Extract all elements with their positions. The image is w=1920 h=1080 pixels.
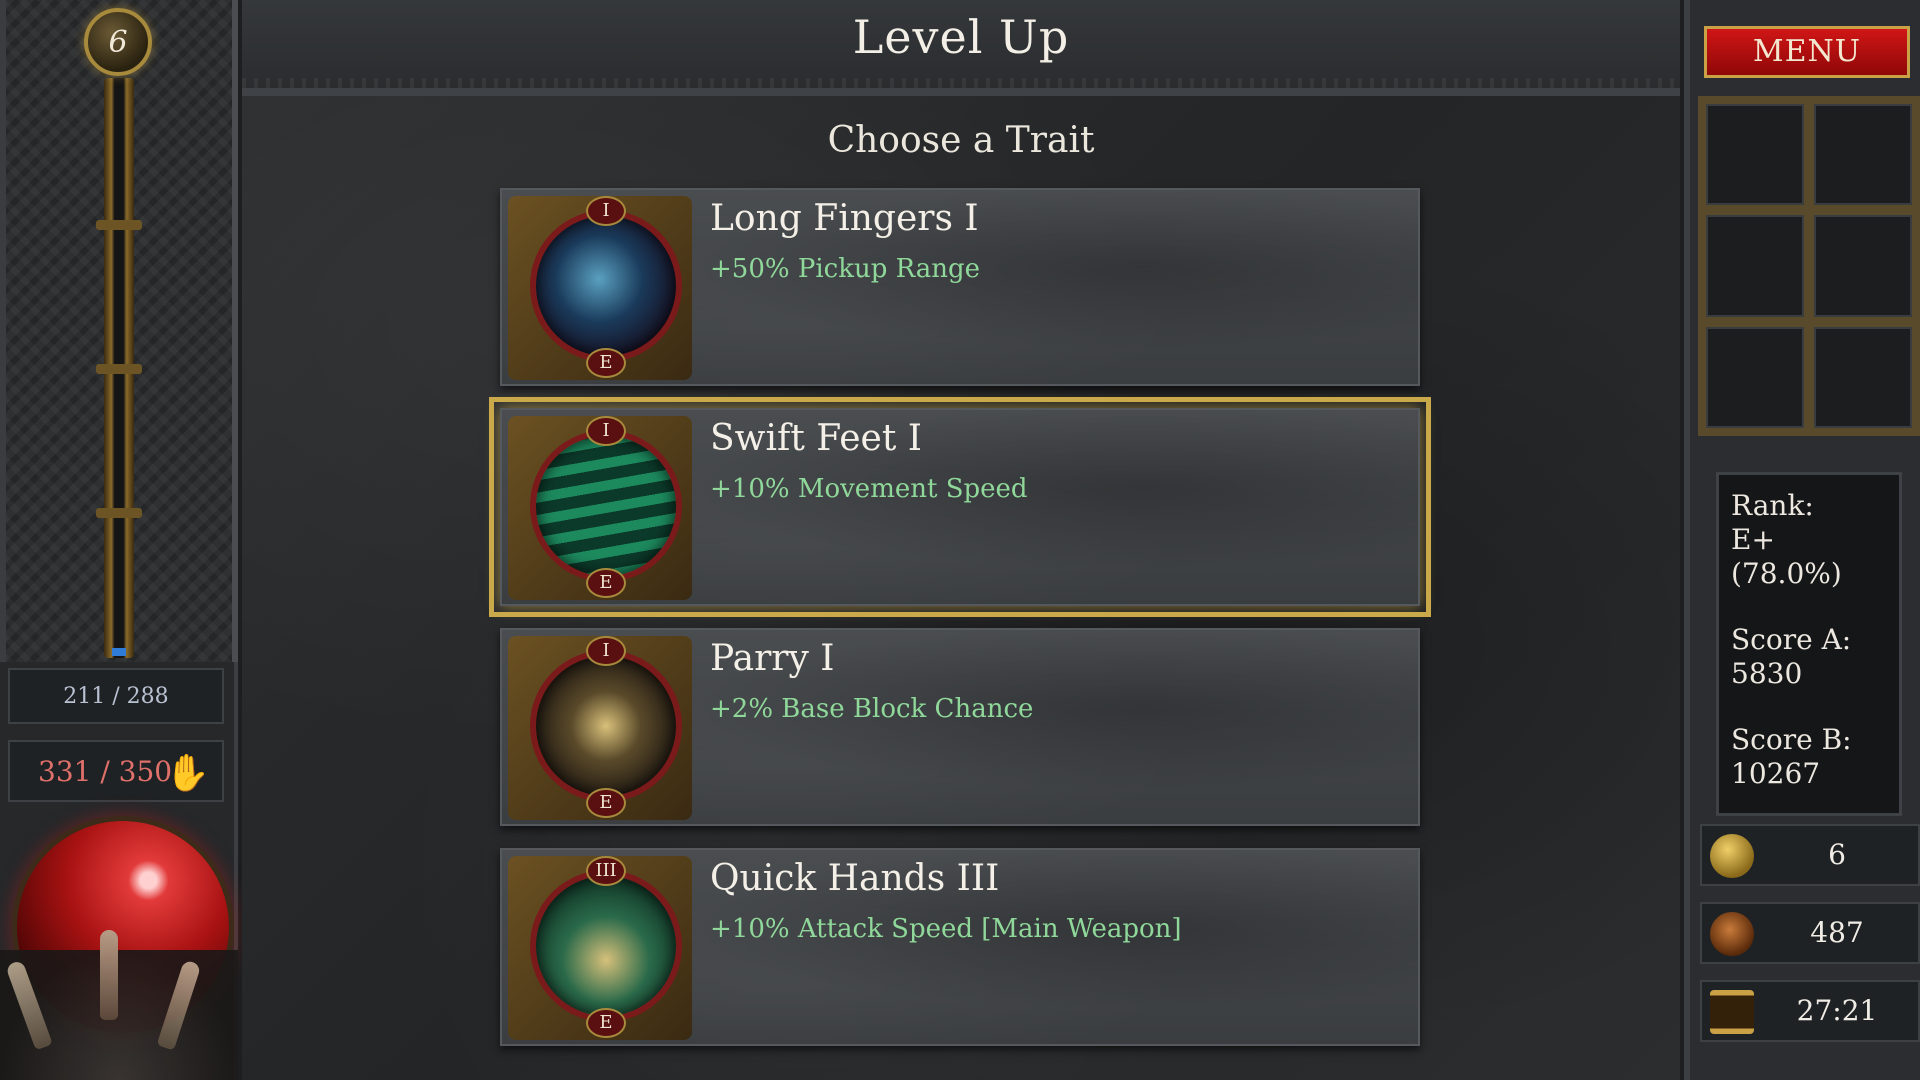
score-b-label: Score B: xyxy=(1731,723,1852,756)
menu-button[interactable]: MENU xyxy=(1704,26,1910,78)
tier-badge: III xyxy=(586,856,626,886)
inventory-slot[interactable] xyxy=(1814,104,1912,206)
gold-counter: 6 xyxy=(1700,824,1920,886)
tier-badge: I xyxy=(586,636,626,666)
kill-counter: 487 xyxy=(1700,902,1920,964)
trait-icon-frame: I E xyxy=(508,416,692,600)
running-figure-icon xyxy=(530,430,682,582)
health-text: 331 / 350 xyxy=(38,754,173,788)
trait-card-parry[interactable]: I E Parry I +2% Base Block Chance xyxy=(500,628,1420,826)
score-a-stat: Score A: 5830 xyxy=(1731,623,1887,691)
rank-badge: E xyxy=(586,348,626,378)
hourglass-icon xyxy=(1710,990,1754,1034)
rank-badge: E xyxy=(586,788,626,818)
left-hud-panel: 6 211 / 288 331 / 350 ✋ xyxy=(0,0,238,1080)
rank-value: E+ (78.0%) xyxy=(1731,523,1842,590)
score-a-value: 5830 xyxy=(1731,657,1803,690)
trait-name: Quick Hands III xyxy=(710,858,1000,899)
experience-text: 211 / 288 xyxy=(63,683,169,709)
claw-decoration xyxy=(0,930,238,1080)
trait-icon-frame: I E xyxy=(508,636,692,820)
bar-ornament xyxy=(96,364,142,374)
time-counter: 27:21 xyxy=(1700,980,1920,1042)
claw-hands-icon xyxy=(530,870,682,1022)
level-indicator: 6 xyxy=(84,8,152,76)
gold-value: 6 xyxy=(1828,838,1846,871)
trait-description: +50% Pickup Range xyxy=(710,254,981,284)
coins-icon xyxy=(1710,834,1754,878)
score-a-label: Score A: xyxy=(1731,623,1852,656)
inventory-slot[interactable] xyxy=(1706,104,1804,206)
trait-name: Swift Feet I xyxy=(710,418,922,459)
trait-name: Long Fingers I xyxy=(710,198,979,239)
claw-finger xyxy=(5,959,53,1051)
trait-description: +2% Base Block Chance xyxy=(710,694,1034,724)
grabbing-hand-icon xyxy=(530,210,682,362)
bar-ornament xyxy=(96,508,142,518)
hand-icon: ✋ xyxy=(165,753,210,794)
crossed-swords-icon xyxy=(530,650,682,802)
trait-name: Parry I xyxy=(710,638,835,679)
inventory-slot[interactable] xyxy=(1706,326,1804,428)
inventory-slot[interactable] xyxy=(1814,215,1912,317)
bar-ornament xyxy=(96,220,142,230)
health-text-box: 331 / 350 ✋ xyxy=(8,740,224,802)
trait-card-swift-feet[interactable]: I E Swift Feet I +10% Movement Speed xyxy=(489,397,1431,617)
rank-label: Rank: xyxy=(1731,489,1814,522)
rank-badge: E xyxy=(586,1008,626,1038)
trait-card-long-fingers[interactable]: I E Long Fingers I +50% Pickup Range xyxy=(500,188,1420,386)
experience-bar-fill xyxy=(112,648,126,656)
time-value: 27:21 xyxy=(1796,994,1878,1027)
inventory-grid xyxy=(1698,96,1920,436)
page-subtitle: Choose a Trait xyxy=(827,120,1095,161)
score-b-stat: Score B: 10267 xyxy=(1731,723,1887,791)
claw-finger xyxy=(100,930,118,1020)
trait-icon-frame: III E xyxy=(508,856,692,1040)
rank-badge: E xyxy=(586,568,626,598)
inventory-slot[interactable] xyxy=(1706,215,1804,317)
trait-card-quick-hands[interactable]: III E Quick Hands III +10% Attack Speed … xyxy=(500,848,1420,1046)
trait-description: +10% Attack Speed [Main Weapon] xyxy=(710,914,1182,944)
score-b-value: 10267 xyxy=(1731,757,1821,790)
tier-badge: I xyxy=(586,416,626,446)
kills-value: 487 xyxy=(1810,916,1864,949)
inventory-slot[interactable] xyxy=(1814,326,1912,428)
right-hud-panel: MENU Rank: E+ (78.0%) Score A: 5830 Scor… xyxy=(1684,0,1920,1080)
run-stats-box: Rank: E+ (78.0%) Score A: 5830 Score B: … xyxy=(1716,472,1902,816)
title-banner: Level Up xyxy=(242,0,1680,96)
trait-icon-frame: I E xyxy=(508,196,692,380)
tier-badge: I xyxy=(586,196,626,226)
claw-finger xyxy=(156,959,202,1051)
skull-icon xyxy=(1710,912,1754,956)
level-up-screen: Level Up Choose a Trait I E Long Fingers… xyxy=(242,0,1680,1080)
rank-stat: Rank: E+ (78.0%) xyxy=(1731,489,1887,591)
trait-description: +10% Movement Speed xyxy=(710,474,1028,504)
experience-text-box: 211 / 288 xyxy=(8,668,224,724)
page-title: Level Up xyxy=(852,10,1070,64)
